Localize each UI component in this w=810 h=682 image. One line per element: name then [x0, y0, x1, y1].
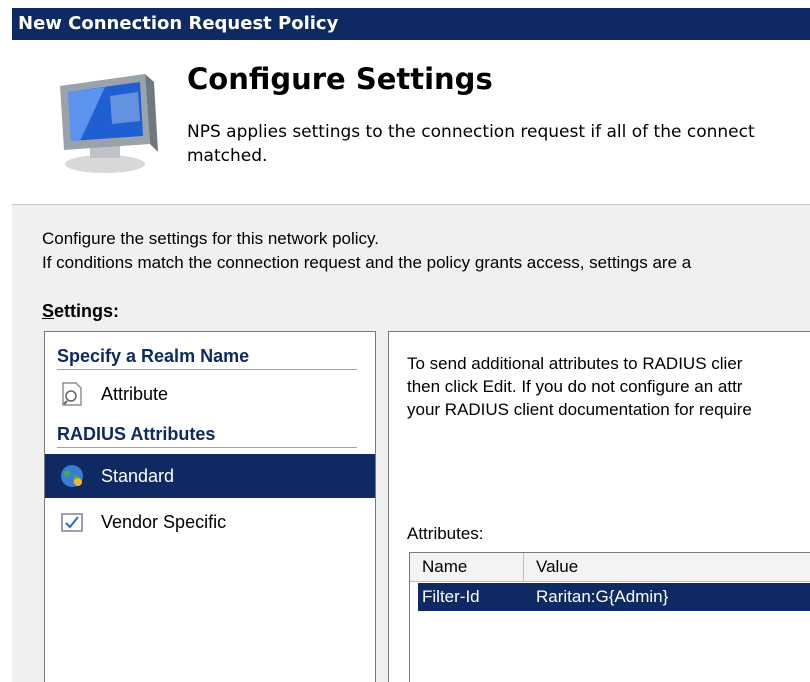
nav-item-vendor-specific[interactable]: Vendor Specific: [45, 500, 375, 544]
nav-item-label: Standard: [101, 466, 175, 486]
nav-item-label: Vendor Specific: [101, 512, 227, 532]
detail-description: To send additional attributes to RADIUS …: [407, 352, 752, 421]
table-row[interactable]: Filter-Id Raritan:G{Admin}: [418, 583, 810, 611]
attributes-table[interactable]: Name Value Filter-Id Raritan:G{Admin}: [409, 552, 810, 682]
page-description-line: NPS applies settings to the connection r…: [187, 122, 755, 142]
wizard-body: Configure the settings for this network …: [12, 205, 810, 682]
page-description: NPS applies settings to the connection r…: [187, 120, 810, 168]
row-name-cell: Filter-Id: [422, 587, 480, 606]
nav-item-label: Attribute: [101, 384, 169, 404]
table-header-row: Name Value: [410, 553, 810, 582]
window-title-bar: New Connection Request Policy: [12, 8, 810, 40]
column-header-name[interactable]: Name: [410, 553, 524, 581]
nav-item-attribute[interactable]: Attribute: [45, 372, 375, 416]
intro-text: Configure the settings for this network …: [42, 227, 691, 275]
attribute-icon: [62, 382, 82, 406]
detail-description-line: your RADIUS client documentation for req…: [407, 400, 752, 419]
row-value-cell: Raritan:G{Admin}: [536, 587, 669, 606]
monitor-icon: [60, 74, 158, 173]
window-title: New Connection Request Policy: [18, 13, 339, 34]
checkbox-icon: [61, 513, 83, 532]
nav-item-standard[interactable]: Standard: [45, 454, 375, 498]
settings-accelerator: S: [42, 301, 55, 321]
column-header-value[interactable]: Value: [524, 553, 810, 581]
nav-group-radius: RADIUS Attributes: [57, 424, 357, 448]
detail-description-line: To send additional attributes to RADIUS …: [407, 354, 743, 373]
settings-nav: Specify a Realm Name Attribute RADIUS At…: [44, 331, 376, 682]
page-title: Configure Settings: [187, 62, 493, 96]
settings-label: Settings:: [42, 301, 119, 322]
wizard-header: Configure Settings NPS applies settings …: [12, 40, 810, 205]
attributes-label: Attributes:: [407, 524, 484, 543]
intro-line: If conditions match the connection reque…: [42, 253, 692, 272]
page-description-line: matched.: [187, 146, 268, 166]
settings-label-text: ettings:: [54, 301, 120, 321]
detail-description-line: then click Edit. If you do not configure…: [407, 377, 743, 396]
nav-group-realm: Specify a Realm Name: [57, 346, 357, 370]
globe-icon: [61, 465, 83, 487]
intro-line: Configure the settings for this network …: [42, 229, 380, 248]
settings-detail-panel: To send additional attributes to RADIUS …: [388, 331, 810, 682]
